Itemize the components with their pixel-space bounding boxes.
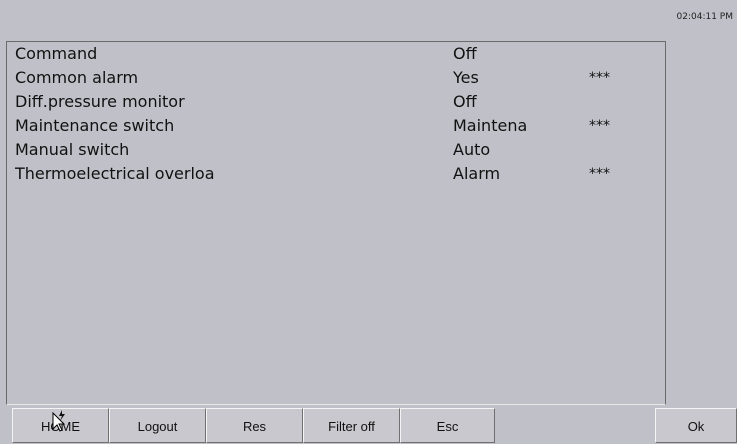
list-item[interactable]: Thermoelectrical overloa Alarm *** bbox=[13, 164, 653, 184]
list-item[interactable]: Common alarm Yes *** bbox=[13, 68, 653, 88]
item-name: Manual switch bbox=[15, 140, 130, 159]
res-button[interactable]: Res bbox=[206, 408, 303, 443]
item-mark: *** bbox=[589, 70, 610, 86]
logout-button[interactable]: Logout bbox=[109, 408, 206, 443]
list-item[interactable]: Manual switch Auto bbox=[13, 140, 653, 160]
item-mark: *** bbox=[589, 118, 610, 134]
button-bar: HOME Logout Res Filter off Esc Ok bbox=[0, 408, 737, 443]
item-value: Alarm bbox=[453, 164, 501, 183]
list-item[interactable]: Command Off bbox=[13, 44, 653, 64]
clock: 02:04:11 PM bbox=[676, 12, 733, 22]
item-name: Common alarm bbox=[15, 68, 139, 87]
item-name: Thermoelectrical overloa bbox=[15, 164, 215, 183]
item-name: Maintenance switch bbox=[15, 116, 175, 135]
status-list-panel: Command Off Common alarm Yes *** Diff.pr… bbox=[6, 41, 666, 405]
list-item[interactable]: Diff.pressure monitor Off bbox=[13, 92, 653, 112]
item-value: Auto bbox=[453, 140, 491, 159]
item-value: Off bbox=[453, 44, 477, 63]
list-item[interactable]: Maintenance switch Maintena *** bbox=[13, 116, 653, 136]
item-value: Maintena bbox=[453, 116, 528, 135]
item-value: Off bbox=[453, 92, 477, 111]
esc-button[interactable]: Esc bbox=[400, 408, 495, 443]
mouse-cursor-icon bbox=[52, 410, 66, 432]
item-name: Diff.pressure monitor bbox=[15, 92, 185, 111]
item-mark: *** bbox=[589, 166, 610, 182]
item-name: Command bbox=[15, 44, 98, 63]
item-value: Yes bbox=[453, 68, 479, 87]
ok-button[interactable]: Ok bbox=[655, 408, 737, 443]
filter-off-button[interactable]: Filter off bbox=[303, 408, 400, 443]
